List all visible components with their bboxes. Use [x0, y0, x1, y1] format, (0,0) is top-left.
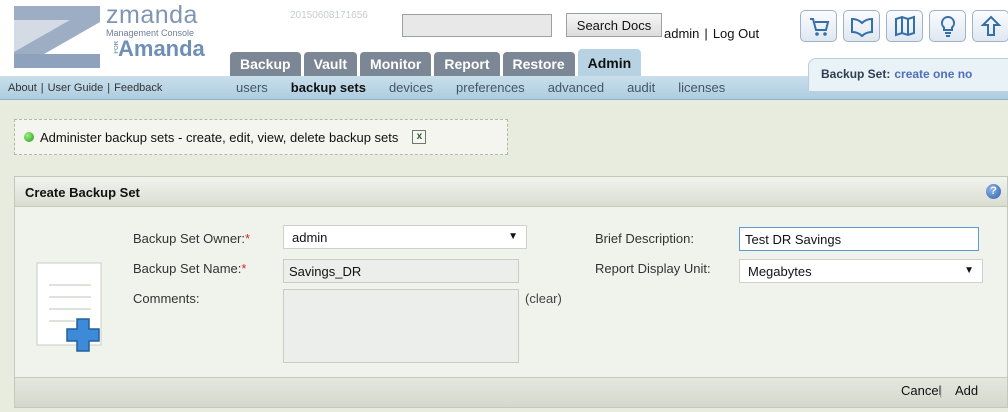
status-dot-icon [24, 132, 34, 142]
notice-close-button[interactable]: x [412, 130, 427, 144]
feedback-link[interactable]: Feedback [114, 82, 162, 94]
report-unit-dropdown-icon: ▼ [964, 265, 974, 276]
brief-description-input[interactable] [739, 227, 979, 251]
admin-subnav: users backup sets devices preferences ad… [236, 80, 725, 95]
footer-separator: | [939, 383, 943, 398]
brand-product-label: Amanda [118, 36, 205, 61]
search-docs-input[interactable] [402, 14, 552, 37]
tab-restore[interactable]: Restore [502, 52, 575, 77]
book-icon[interactable] [843, 10, 880, 42]
arrow-icon[interactable] [972, 10, 1008, 42]
owner-select[interactable]: admin ▼ [283, 225, 527, 249]
tab-vault[interactable]: Vault [303, 52, 358, 77]
add-button[interactable]: Add [955, 383, 978, 398]
report-unit-select[interactable]: Megabytes ▼ [739, 259, 983, 283]
description-label: Brief Description: [595, 231, 694, 246]
clear-comments-link[interactable]: (clear) [525, 291, 562, 306]
notice-text: Administer backup sets - create, edit, v… [40, 129, 399, 145]
cart-icon[interactable] [800, 10, 837, 42]
build-id: 20150608171656 [290, 10, 368, 21]
search-docs-button[interactable]: Search Docs [566, 13, 662, 37]
help-icon[interactable]: ? [986, 184, 1001, 199]
current-user: admin [664, 26, 700, 41]
user-links: admin | Log Out [664, 26, 759, 41]
subnav-users[interactable]: users [236, 80, 268, 95]
panel-title: Create Backup Set [25, 185, 140, 200]
subnav-backup-sets[interactable]: backup sets [291, 80, 366, 95]
notice-area: Administer backup sets - create, edit, v… [0, 101, 1008, 167]
comments-textarea[interactable] [283, 289, 519, 363]
zmanda-logo-icon [14, 6, 100, 68]
report-unit-value: Megabytes [748, 264, 812, 279]
subnav-devices[interactable]: devices [389, 80, 433, 95]
main-tabs: Backup Vault Monitor Report Restore Admi… [230, 49, 642, 77]
backup-set-name-input[interactable] [283, 259, 519, 283]
panel-header: Create Backup Set ? [15, 177, 1007, 207]
owner-label: Backup Set Owner:* [133, 231, 250, 246]
brand-for-label: FOR [114, 41, 120, 54]
help-separator: | [107, 82, 111, 94]
user-guide-link[interactable]: User Guide [48, 82, 104, 94]
subnav-advanced[interactable]: advanced [548, 80, 604, 95]
info-notice: Administer backup sets - create, edit, v… [14, 119, 508, 155]
brand-name: zmanda [106, 1, 198, 29]
required-mark: * [245, 231, 251, 246]
about-link[interactable]: About [8, 82, 37, 94]
brand-wordmark: zmanda Management Console FOR Amanda [106, 2, 205, 60]
tab-report[interactable]: Report [434, 52, 500, 77]
backup-set-indicator: Backup Set: create one no [808, 58, 1008, 92]
panel-body: Backup Set Owner:* admin ▼ Backup Set Na… [15, 207, 1007, 379]
required-mark: * [241, 261, 247, 276]
create-backup-set-panel: Create Backup Set ? Backup Set Owner:* a… [14, 176, 1008, 408]
cancel-button[interactable]: Cancel [901, 383, 941, 398]
comments-label: Comments: [133, 291, 200, 306]
owner-label-text: Backup Set Owner: [133, 231, 245, 246]
owner-dropdown-icon: ▼ [508, 231, 518, 242]
brand-product: FOR Amanda [106, 38, 205, 60]
user-separator: | [704, 26, 708, 41]
backup-set-link[interactable]: create one no [894, 67, 972, 81]
logout-link[interactable]: Log Out [713, 26, 759, 41]
subnav-audit[interactable]: audit [627, 80, 655, 95]
subnav-preferences[interactable]: preferences [456, 80, 525, 95]
subnav-licenses[interactable]: licenses [678, 80, 725, 95]
document-add-icon [36, 262, 102, 352]
help-links: About | User Guide | Feedback [8, 82, 162, 94]
toolbar-icons [800, 10, 1008, 42]
help-separator: | [40, 82, 44, 94]
name-label-text: Backup Set Name: [133, 261, 242, 276]
bulb-icon[interactable] [929, 10, 966, 42]
name-label: Backup Set Name:* [133, 261, 246, 276]
map-icon[interactable] [886, 10, 923, 42]
tab-monitor[interactable]: Monitor [360, 52, 432, 77]
tab-backup[interactable]: Backup [230, 52, 301, 77]
report-unit-label: Report Display Unit: [595, 261, 711, 276]
panel-footer: Cancel | Add [15, 377, 1007, 407]
tab-admin[interactable]: Admin [577, 49, 642, 77]
owner-select-value: admin [292, 230, 328, 245]
backup-set-label: Backup Set: [821, 67, 891, 81]
